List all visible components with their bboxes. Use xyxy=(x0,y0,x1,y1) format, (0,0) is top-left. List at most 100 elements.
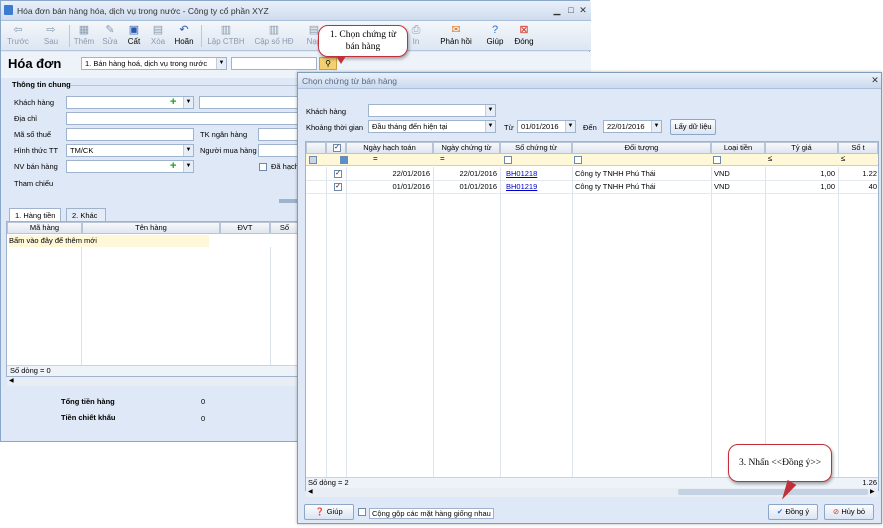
select-all-checkbox[interactable]: ✓ xyxy=(333,144,341,152)
tab-other[interactable]: 2. Khác xyxy=(66,208,106,222)
column-header[interactable]: Mã hàng xyxy=(7,222,82,234)
filter-equals-icon[interactable]: = xyxy=(440,154,445,163)
prev-button[interactable]: ⇦ Trước xyxy=(5,23,31,49)
minimize-icon[interactable]: ▁ xyxy=(551,5,563,16)
bank-account-field[interactable] xyxy=(258,128,300,141)
callout-step-3: 3. Nhấn <<Đồng ý>> xyxy=(728,444,832,482)
column-header[interactable]: Đối tượng xyxy=(572,142,711,154)
customer-name-field[interactable] xyxy=(199,96,299,109)
document-icon: ▥ xyxy=(220,24,232,36)
fetch-data-button[interactable]: Lấy dữ liệu xyxy=(670,119,716,135)
filter-lte-icon[interactable]: ≤ xyxy=(768,154,772,163)
print-button[interactable]: ⎙ In xyxy=(407,23,425,49)
callout-step-1: 1. Chọn chứng từ bán hàng xyxy=(318,25,408,57)
save-button[interactable]: ▣ Cất xyxy=(125,23,143,49)
close-icon[interactable]: ✕ xyxy=(869,75,881,86)
grid-line xyxy=(765,167,766,477)
undo-button[interactable]: ↶ Hoãn xyxy=(172,23,196,49)
column-header[interactable]: Ngày hạch toán xyxy=(346,142,433,154)
issued-label: Đã hạch xyxy=(271,162,299,171)
filter-icon[interactable] xyxy=(504,156,512,164)
scroll-left-icon[interactable]: ◀ xyxy=(308,488,313,495)
document-number-link[interactable]: BH01218 xyxy=(506,168,568,180)
filter-equals-icon[interactable]: = xyxy=(373,154,378,163)
row-checkbox[interactable]: ✓ xyxy=(334,183,342,191)
mail-icon: ✉ xyxy=(451,24,461,36)
to-date-picker[interactable]: 22/01/2016 ▼ xyxy=(603,120,662,133)
posting-date: 22/01/2016 xyxy=(392,169,430,178)
dialog-customer-select[interactable]: ▼ xyxy=(368,104,496,117)
scroll-right-icon[interactable]: ▶ xyxy=(870,488,875,495)
grid-line xyxy=(306,193,878,194)
column-header[interactable]: Ngày chứng từ xyxy=(433,142,500,154)
column-header[interactable]: Loại tiền xyxy=(711,142,765,154)
tax-code-field[interactable] xyxy=(66,128,194,141)
column-header[interactable]: Số t xyxy=(838,142,878,154)
close-icon[interactable]: ✕ xyxy=(577,5,589,16)
issued-checkbox[interactable] xyxy=(259,163,267,171)
tax-code-label: Mã số thuế xyxy=(14,130,52,139)
add-icon: ▦ xyxy=(78,24,90,36)
feedback-button[interactable]: ✉ Phản hồi xyxy=(439,23,473,49)
next-button[interactable]: ⇨ Sau xyxy=(39,23,63,49)
salesperson-label: NV bán hàng xyxy=(14,162,58,171)
filter-icon[interactable] xyxy=(340,156,348,164)
grid-line xyxy=(346,167,347,477)
edit-button[interactable]: ✎ Sửa xyxy=(100,23,120,49)
scroll-left-icon[interactable]: ◀ xyxy=(9,377,14,384)
printer-icon: ⎙ xyxy=(411,24,421,36)
help-button[interactable]: ? Giúp xyxy=(485,23,505,49)
currency: VND xyxy=(714,182,730,191)
cancel-button[interactable]: ⊘ Hủy bỏ xyxy=(824,504,874,520)
column-header[interactable]: Tỷ giá xyxy=(765,142,838,154)
merge-items-checkbox[interactable] xyxy=(358,508,366,516)
create-ctbh-button[interactable]: ▥ Lập CTBH xyxy=(206,23,246,49)
page-title: Hóa đơn xyxy=(8,56,62,71)
search-input[interactable] xyxy=(231,57,317,70)
add-icon[interactable]: + xyxy=(170,161,179,172)
ok-button[interactable]: ✔ Đồng ý xyxy=(768,504,818,520)
document-icon: ▥ xyxy=(268,24,280,36)
filter-icon[interactable] xyxy=(309,156,317,164)
edit-icon: ✎ xyxy=(105,24,115,36)
amount: 40 xyxy=(868,182,877,191)
grid-line xyxy=(711,167,712,477)
document-number-link[interactable]: BH01219 xyxy=(506,181,568,193)
column-header[interactable]: Tên hàng xyxy=(82,222,220,234)
add-icon[interactable]: + xyxy=(170,97,179,108)
arrow-left-icon: ⇦ xyxy=(13,24,23,36)
scrollbar[interactable]: ◀ xyxy=(7,377,299,386)
search-icon[interactable]: ⚲ xyxy=(319,57,337,70)
from-date-picker[interactable]: 01/01/2016 ▼ xyxy=(517,120,576,133)
splitter[interactable] xyxy=(279,199,299,203)
row-checkbox[interactable]: ✓ xyxy=(334,170,342,178)
filter-icon[interactable] xyxy=(713,156,721,164)
add-button[interactable]: ▦ Thêm xyxy=(73,23,95,49)
tab-goods[interactable]: 1. Hàng tiền xyxy=(9,208,62,222)
payment-method-select[interactable]: TM/CK ▼ xyxy=(66,144,194,157)
scroll-thumb[interactable] xyxy=(678,489,868,495)
bank-account-label: TK ngân hàng xyxy=(200,130,248,139)
help-button[interactable]: ❓ Giúp xyxy=(304,504,354,520)
invoice-type-select[interactable]: 1. Bán hàng hoá, dịch vụ trong nước ▼ xyxy=(81,57,227,70)
buyer-label: Người mua hàng xyxy=(200,146,257,155)
column-header[interactable]: ĐVT xyxy=(220,222,270,234)
period-select[interactable]: Đầu tháng đến hiện tại ▼ xyxy=(368,120,496,133)
toolbar: ⇦ Trước ⇨ Sau ▦ Thêm ✎ Sửa ▣ Cất ▤ Xóa ↶ Hoãn ▥… xyxy=(1,21,591,51)
close-button[interactable]: ⊠ Đóng xyxy=(511,23,537,49)
column-header[interactable]: Số xyxy=(270,222,299,234)
maximize-icon[interactable]: □ xyxy=(565,5,577,16)
column-header[interactable]: Số chứng từ xyxy=(500,142,572,154)
delete-button[interactable]: ▤ Xóa xyxy=(148,23,168,49)
chevron-down-icon: ▼ xyxy=(565,121,575,132)
add-row-hint[interactable]: Bấm vào đây để thêm mới xyxy=(9,235,209,247)
filter-lte-icon[interactable]: ≤ xyxy=(841,154,845,163)
address-field[interactable] xyxy=(66,112,300,125)
payment-method-label: Hình thức TT xyxy=(14,146,59,155)
undo-icon: ↶ xyxy=(179,24,189,36)
filter-icon[interactable] xyxy=(574,156,582,164)
buyer-field[interactable] xyxy=(258,144,300,157)
select-all-header[interactable]: ✓ xyxy=(326,142,346,154)
close-icon: ⊠ xyxy=(519,24,529,36)
update-invoice-no-button[interactable]: ▥ Cập số HĐ xyxy=(252,23,296,49)
